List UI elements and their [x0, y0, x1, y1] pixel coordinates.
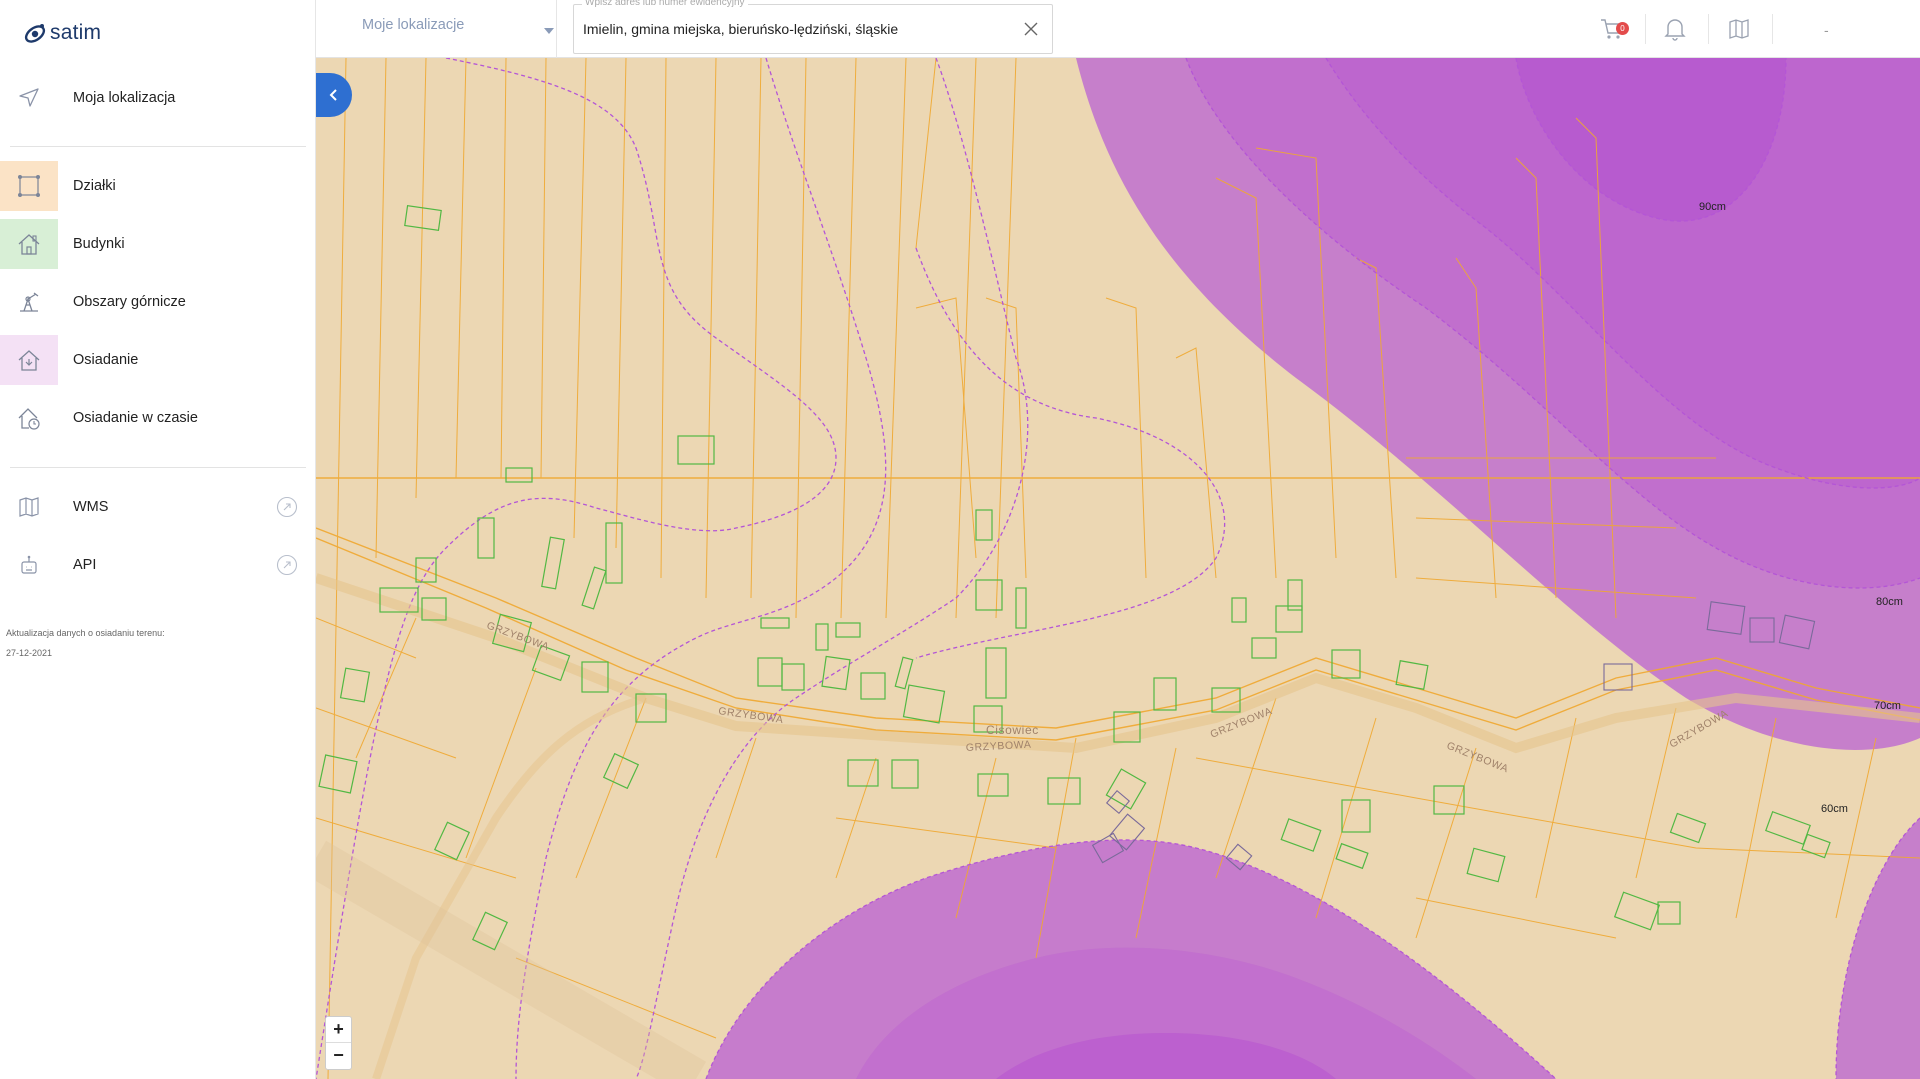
divider: [1708, 14, 1709, 44]
zoom-out-button[interactable]: −: [326, 1043, 351, 1069]
menu-label: Osiadanie w czasie: [73, 410, 198, 426]
place-label: Cisowiec: [986, 723, 1039, 737]
external-link-icon[interactable]: [276, 554, 298, 576]
caret-down-icon: [544, 28, 554, 34]
service-item-wms[interactable]: WMS: [0, 479, 316, 535]
layer-item-osiadanie-w-czasie[interactable]: Osiadanie w czasie: [0, 390, 316, 446]
search-input[interactable]: [583, 21, 1003, 37]
layer-item-budynki[interactable]: Budynki: [0, 216, 316, 272]
map-canvas[interactable]: GRZYBOWA GRZYBOWA GRZYBOWA GRZYBOWA GRZY…: [316, 58, 1920, 1079]
menu-label: Budynki: [73, 236, 125, 252]
menu-label: Osiadanie: [73, 352, 139, 368]
menu-label: API: [73, 557, 97, 573]
contour-label: 70cm: [1874, 700, 1901, 712]
sidebar: satim Moja lokalizacja Działki Budynki O…: [0, 0, 316, 1079]
menu-label: Moja lokalizacja: [73, 90, 176, 106]
layer-item-dzialki[interactable]: Działki: [0, 158, 316, 214]
divider: [1772, 14, 1773, 44]
map-svg: GRZYBOWA GRZYBOWA GRZYBOWA GRZYBOWA GRZY…: [316, 58, 1920, 1079]
my-locations-select[interactable]: Moje lokalizacje: [362, 16, 554, 44]
zoom-control: + −: [325, 1016, 352, 1070]
contour-label: 90cm: [1699, 201, 1726, 213]
update-note-label: Aktualizacja danych o osiadaniu terenu:: [6, 628, 165, 638]
divider: [556, 0, 557, 58]
update-note-date: 27-12-2021: [6, 648, 53, 658]
satellite-logo-icon: [24, 24, 46, 43]
bell-icon: [1664, 19, 1686, 41]
mining-icon: [0, 277, 58, 327]
map-icon: [0, 482, 58, 532]
external-link-icon[interactable]: [276, 496, 298, 518]
address-search: Wpisz adres lub numer ewidencyjny: [573, 0, 1053, 54]
service-item-api[interactable]: API: [0, 537, 316, 593]
logo-text: satim: [50, 21, 102, 44]
divider: [1645, 14, 1646, 44]
map-icon: [1729, 19, 1749, 39]
update-note: Aktualizacja danych o osiadaniu terenu: …: [6, 623, 165, 663]
notifications-button[interactable]: [1662, 16, 1688, 42]
divider: [10, 146, 306, 147]
divider: [10, 467, 306, 468]
subsidence-house-icon: [0, 335, 58, 385]
navigation-arrow-icon: [0, 73, 58, 123]
building-icon: [0, 219, 58, 269]
contour-label: 80cm: [1876, 596, 1903, 608]
layer-item-osiadanie[interactable]: Osiadanie: [0, 332, 316, 388]
search-legend: Wpisz adres lub numer ewidencyjny: [582, 0, 748, 8]
menu-my-location[interactable]: Moja lokalizacja: [0, 70, 316, 126]
menu-label: Obszary górnicze: [73, 294, 186, 310]
satim-logo[interactable]: satim: [22, 18, 101, 48]
close-icon[interactable]: [1022, 20, 1040, 38]
chevron-left-icon: [329, 89, 337, 101]
cart-count-badge: 0: [1616, 22, 1629, 35]
cart-button[interactable]: 0: [1599, 16, 1629, 42]
layer-item-obszary-gornicze[interactable]: Obszary górnicze: [0, 274, 316, 330]
map-view-button[interactable]: [1726, 16, 1752, 42]
contour-label: 60cm: [1821, 803, 1848, 815]
top-bar: Moje lokalizacje Wpisz adres lub numer e…: [316, 0, 1920, 58]
house-clock-icon: [0, 393, 58, 443]
menu-label: WMS: [73, 499, 109, 515]
menu-label: Działki: [73, 178, 116, 194]
user-menu[interactable]: -: [1824, 22, 1829, 38]
my-locations-label: Moje lokalizacje: [362, 17, 465, 33]
api-icon: [0, 540, 58, 590]
zoom-in-button[interactable]: +: [326, 1017, 351, 1043]
parcel-icon: [0, 161, 58, 211]
